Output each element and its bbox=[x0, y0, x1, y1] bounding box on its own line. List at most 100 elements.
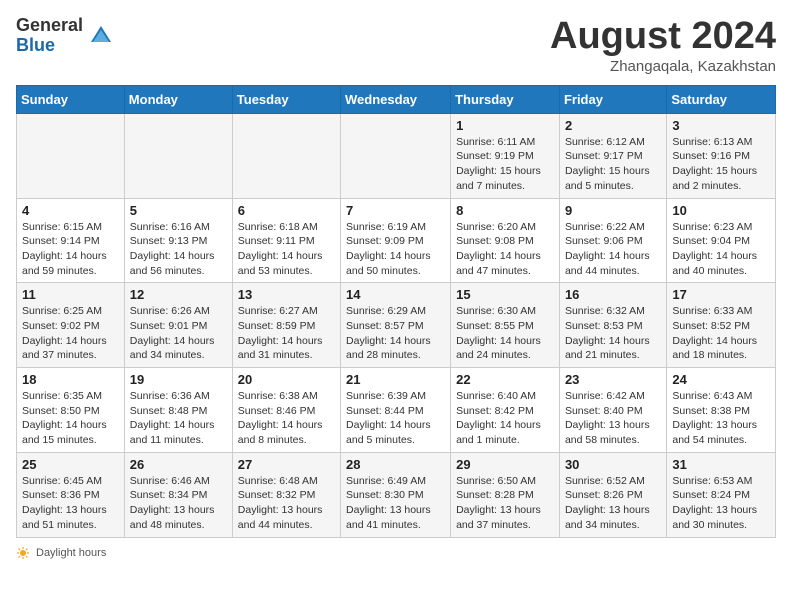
weekday-header-tuesday: Tuesday bbox=[232, 85, 340, 113]
day-number: 28 bbox=[346, 457, 445, 472]
weekday-header-wednesday: Wednesday bbox=[341, 85, 451, 113]
day-info: Sunrise: 6:18 AMSunset: 9:11 PMDaylight:… bbox=[238, 220, 335, 279]
weekday-header-sunday: Sunday bbox=[17, 85, 125, 113]
logo-icon bbox=[87, 22, 115, 50]
calendar-cell: 15Sunrise: 6:30 AMSunset: 8:55 PMDayligh… bbox=[451, 283, 560, 368]
calendar-cell bbox=[232, 113, 340, 198]
calendar-cell: 3Sunrise: 6:13 AMSunset: 9:16 PMDaylight… bbox=[667, 113, 776, 198]
week-row-3: 11 Sunrise: 6:25 AMSunset: 9:02 PMDayligh… bbox=[17, 283, 776, 368]
day-info: Sunrise: 6:43 AMSunset: 8:38 PMDaylight:… bbox=[672, 389, 770, 448]
day-info: Sunrise: 6:53 AMSunset: 8:24 PMDaylight:… bbox=[672, 474, 770, 533]
day-number: 7 bbox=[346, 203, 445, 218]
calendar-cell: 2 Sunrise: 6:12 AMSunset: 9:17 PMDaylight… bbox=[559, 113, 666, 198]
day-info: Sunrise: 6:49 AMSunset: 8:30 PMDaylight:… bbox=[346, 474, 445, 533]
page-header: General Blue August 2024 Zhangaqala, Kaz… bbox=[16, 16, 776, 75]
day-number: 22 bbox=[456, 372, 554, 387]
calendar-cell: 11 Sunrise: 6:25 AMSunset: 9:02 PMDayligh… bbox=[17, 283, 125, 368]
day-number: 6 bbox=[238, 203, 335, 218]
day-info: Sunrise: 6:39 AMSunset: 8:44 PMDaylight:… bbox=[346, 389, 445, 448]
calendar-cell: 1 Sunrise: 6:11 AMSunset: 9:19 PMDaylight… bbox=[451, 113, 560, 198]
day-info: Sunrise: 6:22 AMSunset: 9:06 PMDaylight:… bbox=[565, 220, 661, 279]
calendar-cell: 21 Sunrise: 6:39 AMSunset: 8:44 PMDayligh… bbox=[341, 368, 451, 453]
day-info: Sunrise: 6:38 AMSunset: 8:46 PMDaylight:… bbox=[238, 389, 335, 448]
week-row-4: 18Sunrise: 6:35 AMSunset: 8:50 PMDayligh… bbox=[17, 368, 776, 453]
day-info: Sunrise: 6:25 AMSunset: 9:02 PMDaylight:… bbox=[22, 304, 119, 363]
month-title: August 2024 bbox=[550, 16, 776, 58]
calendar-cell: 19Sunrise: 6:36 AMSunset: 8:48 PMDayligh… bbox=[124, 368, 232, 453]
day-number: 31 bbox=[672, 457, 770, 472]
day-number: 14 bbox=[346, 287, 445, 302]
day-info: Sunrise: 6:46 AMSunset: 8:34 PMDaylight:… bbox=[130, 474, 227, 533]
weekday-header-row: SundayMondayTuesdayWednesdayThursdayFrid… bbox=[17, 85, 776, 113]
daylight-label: Daylight hours bbox=[36, 547, 106, 559]
calendar-cell: 13 Sunrise: 6:27 AMSunset: 8:59 PMDayligh… bbox=[232, 283, 340, 368]
day-number: 11 bbox=[22, 287, 119, 302]
day-info: Sunrise: 6:29 AMSunset: 8:57 PMDaylight:… bbox=[346, 304, 445, 363]
day-number: 30 bbox=[565, 457, 661, 472]
calendar-cell: 7 Sunrise: 6:19 AMSunset: 9:09 PMDaylight… bbox=[341, 198, 451, 283]
calendar-cell: 10 Sunrise: 6:23 AMSunset: 9:04 PMDayligh… bbox=[667, 198, 776, 283]
calendar-table: SundayMondayTuesdayWednesdayThursdayFrid… bbox=[16, 85, 776, 538]
calendar-cell: 31 Sunrise: 6:53 AMSunset: 8:24 PMDayligh… bbox=[667, 452, 776, 537]
calendar-cell: 17Sunrise: 6:33 AMSunset: 8:52 PMDayligh… bbox=[667, 283, 776, 368]
calendar-cell: 28 Sunrise: 6:49 AMSunset: 8:30 PMDayligh… bbox=[341, 452, 451, 537]
sun-icon bbox=[16, 546, 30, 560]
day-number: 16 bbox=[565, 287, 661, 302]
day-number: 9 bbox=[565, 203, 661, 218]
weekday-header-monday: Monday bbox=[124, 85, 232, 113]
calendar-cell: 22 Sunrise: 6:40 AMSunset: 8:42 PMDayligh… bbox=[451, 368, 560, 453]
day-number: 17 bbox=[672, 287, 770, 302]
week-row-2: 4 Sunrise: 6:15 AMSunset: 9:14 PMDaylight… bbox=[17, 198, 776, 283]
logo-general: General bbox=[16, 16, 83, 36]
day-number: 4 bbox=[22, 203, 119, 218]
day-info: Sunrise: 6:13 AMSunset: 9:16 PMDaylight:… bbox=[672, 135, 770, 194]
logo-text: General Blue bbox=[16, 16, 83, 56]
calendar-cell bbox=[124, 113, 232, 198]
day-info: Sunrise: 6:11 AMSunset: 9:19 PMDaylight:… bbox=[456, 135, 554, 194]
calendar-cell: 6 Sunrise: 6:18 AMSunset: 9:11 PMDaylight… bbox=[232, 198, 340, 283]
calendar-body: 1 Sunrise: 6:11 AMSunset: 9:19 PMDaylight… bbox=[17, 113, 776, 537]
calendar-cell: 24Sunrise: 6:43 AMSunset: 8:38 PMDayligh… bbox=[667, 368, 776, 453]
day-info: Sunrise: 6:42 AMSunset: 8:40 PMDaylight:… bbox=[565, 389, 661, 448]
day-number: 20 bbox=[238, 372, 335, 387]
day-number: 8 bbox=[456, 203, 554, 218]
calendar-cell: 25 Sunrise: 6:45 AMSunset: 8:36 PMDayligh… bbox=[17, 452, 125, 537]
day-number: 12 bbox=[130, 287, 227, 302]
day-info: Sunrise: 6:50 AMSunset: 8:28 PMDaylight:… bbox=[456, 474, 554, 533]
day-info: Sunrise: 6:12 AMSunset: 9:17 PMDaylight:… bbox=[565, 135, 661, 194]
weekday-header-saturday: Saturday bbox=[667, 85, 776, 113]
day-number: 25 bbox=[22, 457, 119, 472]
day-info: Sunrise: 6:19 AMSunset: 9:09 PMDaylight:… bbox=[346, 220, 445, 279]
calendar-cell: 30Sunrise: 6:52 AMSunset: 8:26 PMDayligh… bbox=[559, 452, 666, 537]
day-info: Sunrise: 6:26 AMSunset: 9:01 PMDaylight:… bbox=[130, 304, 227, 363]
calendar-cell: 14 Sunrise: 6:29 AMSunset: 8:57 PMDayligh… bbox=[341, 283, 451, 368]
footer: Daylight hours bbox=[16, 546, 776, 560]
calendar-cell: 23Sunrise: 6:42 AMSunset: 8:40 PMDayligh… bbox=[559, 368, 666, 453]
logo: General Blue bbox=[16, 16, 115, 56]
day-number: 13 bbox=[238, 287, 335, 302]
calendar-cell: 29 Sunrise: 6:50 AMSunset: 8:28 PMDayligh… bbox=[451, 452, 560, 537]
day-number: 29 bbox=[456, 457, 554, 472]
calendar-cell bbox=[17, 113, 125, 198]
day-number: 21 bbox=[346, 372, 445, 387]
week-row-1: 1 Sunrise: 6:11 AMSunset: 9:19 PMDaylight… bbox=[17, 113, 776, 198]
calendar-header: SundayMondayTuesdayWednesdayThursdayFrid… bbox=[17, 85, 776, 113]
calendar-cell: 27Sunrise: 6:48 AMSunset: 8:32 PMDayligh… bbox=[232, 452, 340, 537]
day-number: 2 bbox=[565, 118, 661, 133]
day-number: 10 bbox=[672, 203, 770, 218]
day-info: Sunrise: 6:27 AMSunset: 8:59 PMDaylight:… bbox=[238, 304, 335, 363]
weekday-header-thursday: Thursday bbox=[451, 85, 560, 113]
day-info: Sunrise: 6:16 AMSunset: 9:13 PMDaylight:… bbox=[130, 220, 227, 279]
title-area: August 2024 Zhangaqala, Kazakhstan bbox=[550, 16, 776, 75]
logo-blue: Blue bbox=[16, 36, 83, 56]
day-info: Sunrise: 6:45 AMSunset: 8:36 PMDaylight:… bbox=[22, 474, 119, 533]
calendar-cell bbox=[341, 113, 451, 198]
day-number: 5 bbox=[130, 203, 227, 218]
day-info: Sunrise: 6:40 AMSunset: 8:42 PMDaylight:… bbox=[456, 389, 554, 448]
day-number: 18 bbox=[22, 372, 119, 387]
day-info: Sunrise: 6:15 AMSunset: 9:14 PMDaylight:… bbox=[22, 220, 119, 279]
day-info: Sunrise: 6:36 AMSunset: 8:48 PMDaylight:… bbox=[130, 389, 227, 448]
calendar-cell: 26Sunrise: 6:46 AMSunset: 8:34 PMDayligh… bbox=[124, 452, 232, 537]
day-info: Sunrise: 6:23 AMSunset: 9:04 PMDaylight:… bbox=[672, 220, 770, 279]
day-number: 1 bbox=[456, 118, 554, 133]
